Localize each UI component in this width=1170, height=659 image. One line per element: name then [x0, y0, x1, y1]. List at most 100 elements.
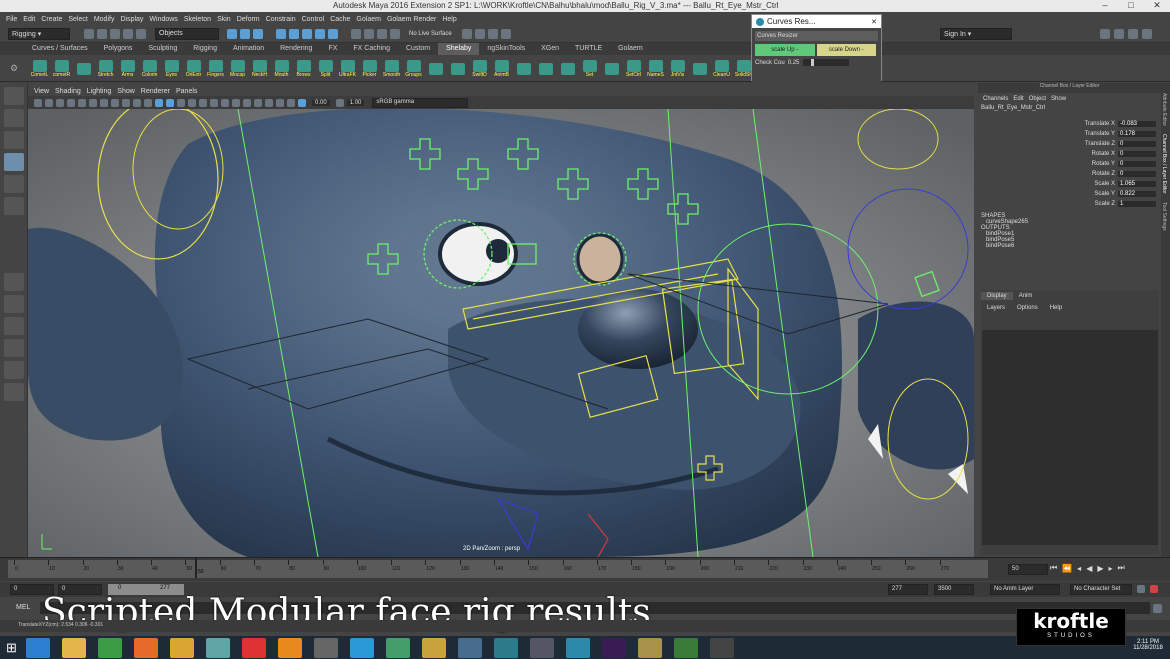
depth-of-field-icon[interactable] — [254, 98, 262, 107]
shelf-button[interactable]: CometL — [29, 59, 50, 78]
toggle-tool-settings-icon[interactable] — [1128, 29, 1138, 39]
step-back-icon[interactable]: ◂ — [1077, 564, 1081, 573]
lights-icon[interactable] — [199, 98, 207, 107]
side-tab-tool-settings[interactable]: Tool Settings — [1161, 202, 1167, 231]
scale-tool-icon[interactable] — [4, 197, 24, 215]
shelf-button[interactable]: cometR — [51, 59, 72, 78]
step-back-key-icon[interactable]: ⏪ — [1062, 564, 1072, 573]
shelf-button[interactable]: NameS — [645, 59, 666, 78]
folder-icon[interactable] — [638, 637, 662, 658]
channel-menu-channels[interactable]: Channels — [983, 96, 1008, 102]
image-plane-icon[interactable] — [67, 98, 75, 107]
selection-mode-dropdown[interactable]: Objects — [155, 28, 219, 40]
shelf-tab-curves-surfaces[interactable]: Curves / Surfaces — [24, 43, 96, 55]
exposure-icon[interactable] — [298, 98, 306, 107]
channel-value[interactable]: 0 — [1118, 151, 1156, 157]
menu-skin[interactable]: Skin — [217, 16, 231, 23]
close-button[interactable]: ✕ — [1144, 0, 1170, 12]
channel-row[interactable]: Scale X 1.065 — [978, 179, 1161, 189]
ipr-render-icon[interactable] — [487, 29, 498, 39]
history-icon[interactable] — [351, 29, 361, 39]
camera-select-icon[interactable] — [34, 98, 42, 107]
channel-row[interactable]: Translate Z0 — [978, 139, 1161, 149]
shelf-tab-turtle[interactable]: TURTLE — [567, 43, 610, 55]
side-tab-channel-box[interactable]: Channel Box / Layer Editor — [1161, 134, 1167, 194]
field-chart-icon[interactable] — [122, 98, 130, 107]
shelf-tab-shelaby[interactable]: Shelaby — [438, 43, 480, 55]
auto-key-icon[interactable] — [1137, 585, 1145, 593]
file-explorer-icon[interactable] — [62, 637, 86, 658]
layer-tab-anim[interactable]: Anim — [1013, 292, 1039, 300]
shelf-button[interactable] — [557, 62, 578, 75]
layer-list[interactable] — [982, 330, 1158, 545]
shelf-button[interactable]: UltraFK — [337, 59, 358, 78]
output-node[interactable]: bindPose6 — [978, 243, 1161, 249]
layer-tab-display[interactable]: Display — [981, 292, 1013, 300]
documents-icon[interactable] — [314, 637, 338, 658]
shelf-button[interactable] — [447, 62, 468, 75]
shelf-button[interactable]: Groups — [403, 59, 424, 78]
go-to-start-icon[interactable]: ⏮ — [1050, 563, 1057, 573]
channel-value[interactable]: -0.083 — [1118, 121, 1156, 127]
channel-value[interactable]: 0 — [1118, 161, 1156, 167]
input-ops-icon[interactable] — [377, 29, 387, 39]
viewport-menu-renderer[interactable]: Renderer — [141, 88, 170, 95]
minimize-button[interactable]: – — [1092, 0, 1118, 12]
channel-row[interactable]: Rotate X0 — [978, 149, 1161, 159]
firefox-icon[interactable] — [134, 637, 158, 658]
shelf-button[interactable]: Fingers — [205, 59, 226, 78]
shelf-tab-rendering[interactable]: Rendering — [272, 43, 320, 55]
chrome-icon[interactable] — [170, 637, 194, 658]
system-clock[interactable]: 2:11 PM 11/28/2018 — [1128, 639, 1168, 651]
character-set-dropdown[interactable]: No Character Set — [1070, 584, 1132, 595]
scale-up-button[interactable]: scale Up - — [755, 44, 815, 56]
shelf-button[interactable] — [535, 62, 556, 75]
viewport-persp[interactable]: 2D Pan/Zoom : persp — [28, 109, 974, 557]
shelf-button[interactable]: Set — [579, 59, 600, 78]
toggle-attribute-editor-icon[interactable] — [1114, 29, 1124, 39]
shelf-button[interactable]: Colorin — [139, 59, 160, 78]
smooth-shade-icon[interactable] — [166, 98, 174, 107]
calculator-icon[interactable] — [710, 637, 734, 658]
channel-row[interactable]: Translate Y 0.178 — [978, 129, 1161, 139]
script-editor-icon[interactable] — [1153, 604, 1162, 613]
shelf-button[interactable]: Mouth — [271, 59, 292, 78]
channel-menu-edit[interactable]: Edit — [1013, 96, 1023, 102]
play-back-icon[interactable]: ◀ — [1086, 564, 1092, 573]
maya-icon[interactable] — [206, 637, 230, 658]
shelf-tab-sculpting[interactable]: Sculpting — [140, 43, 185, 55]
shelf-button[interactable] — [425, 62, 446, 75]
four-view-layout-icon[interactable] — [4, 295, 24, 313]
animation-prefs-icon[interactable] — [1150, 585, 1158, 593]
resolution-gate-icon[interactable] — [100, 98, 108, 107]
custom-layout-icon[interactable] — [4, 383, 24, 401]
channel-value[interactable]: 1 — [1118, 201, 1156, 207]
ambient-occlusion-icon[interactable] — [221, 98, 229, 107]
shelf-tab-xgen[interactable]: XGen — [533, 43, 567, 55]
render-frame-icon[interactable] — [474, 29, 485, 39]
toggle-modeling-toolkit-icon[interactable] — [1100, 29, 1110, 39]
shelf-button[interactable]: Eyes — [161, 59, 182, 78]
time-slider[interactable]: 0 10 20 30 40 50 60 70 80 90 100 110 120 130 140 150 160… — [8, 560, 988, 578]
skype-icon[interactable] — [350, 637, 374, 658]
shelf-tab-rigging[interactable]: Rigging — [185, 43, 225, 55]
film-gate-icon[interactable] — [89, 98, 97, 107]
viewport-menu-view[interactable]: View — [34, 88, 49, 95]
gate-mask-icon[interactable] — [111, 98, 119, 107]
default-material-icon[interactable] — [177, 98, 185, 107]
recorder-icon[interactable] — [242, 637, 266, 658]
menu-control[interactable]: Control — [302, 16, 325, 23]
channel-row[interactable]: Rotate Y0 — [978, 159, 1161, 169]
layer-menu-options[interactable]: Options — [1011, 304, 1044, 312]
layer-menu-help[interactable]: Help — [1044, 304, 1068, 312]
shelf-button[interactable] — [73, 62, 94, 75]
viewport-menu-lighting[interactable]: Lighting — [87, 88, 112, 95]
help-app-icon[interactable] — [422, 637, 446, 658]
move-tool-icon[interactable] — [4, 153, 24, 171]
sign-in-dropdown[interactable]: Sign In ▾ — [940, 28, 1012, 40]
channel-value[interactable]: 0.822 — [1118, 191, 1156, 197]
viewport-menu-panels[interactable]: Panels — [176, 88, 197, 95]
menu-modify[interactable]: Modify — [94, 16, 115, 23]
curves-resizer-titlebar[interactable]: Curves Res... ✕ — [752, 15, 881, 28]
shelf-button[interactable]: Split — [315, 59, 336, 78]
